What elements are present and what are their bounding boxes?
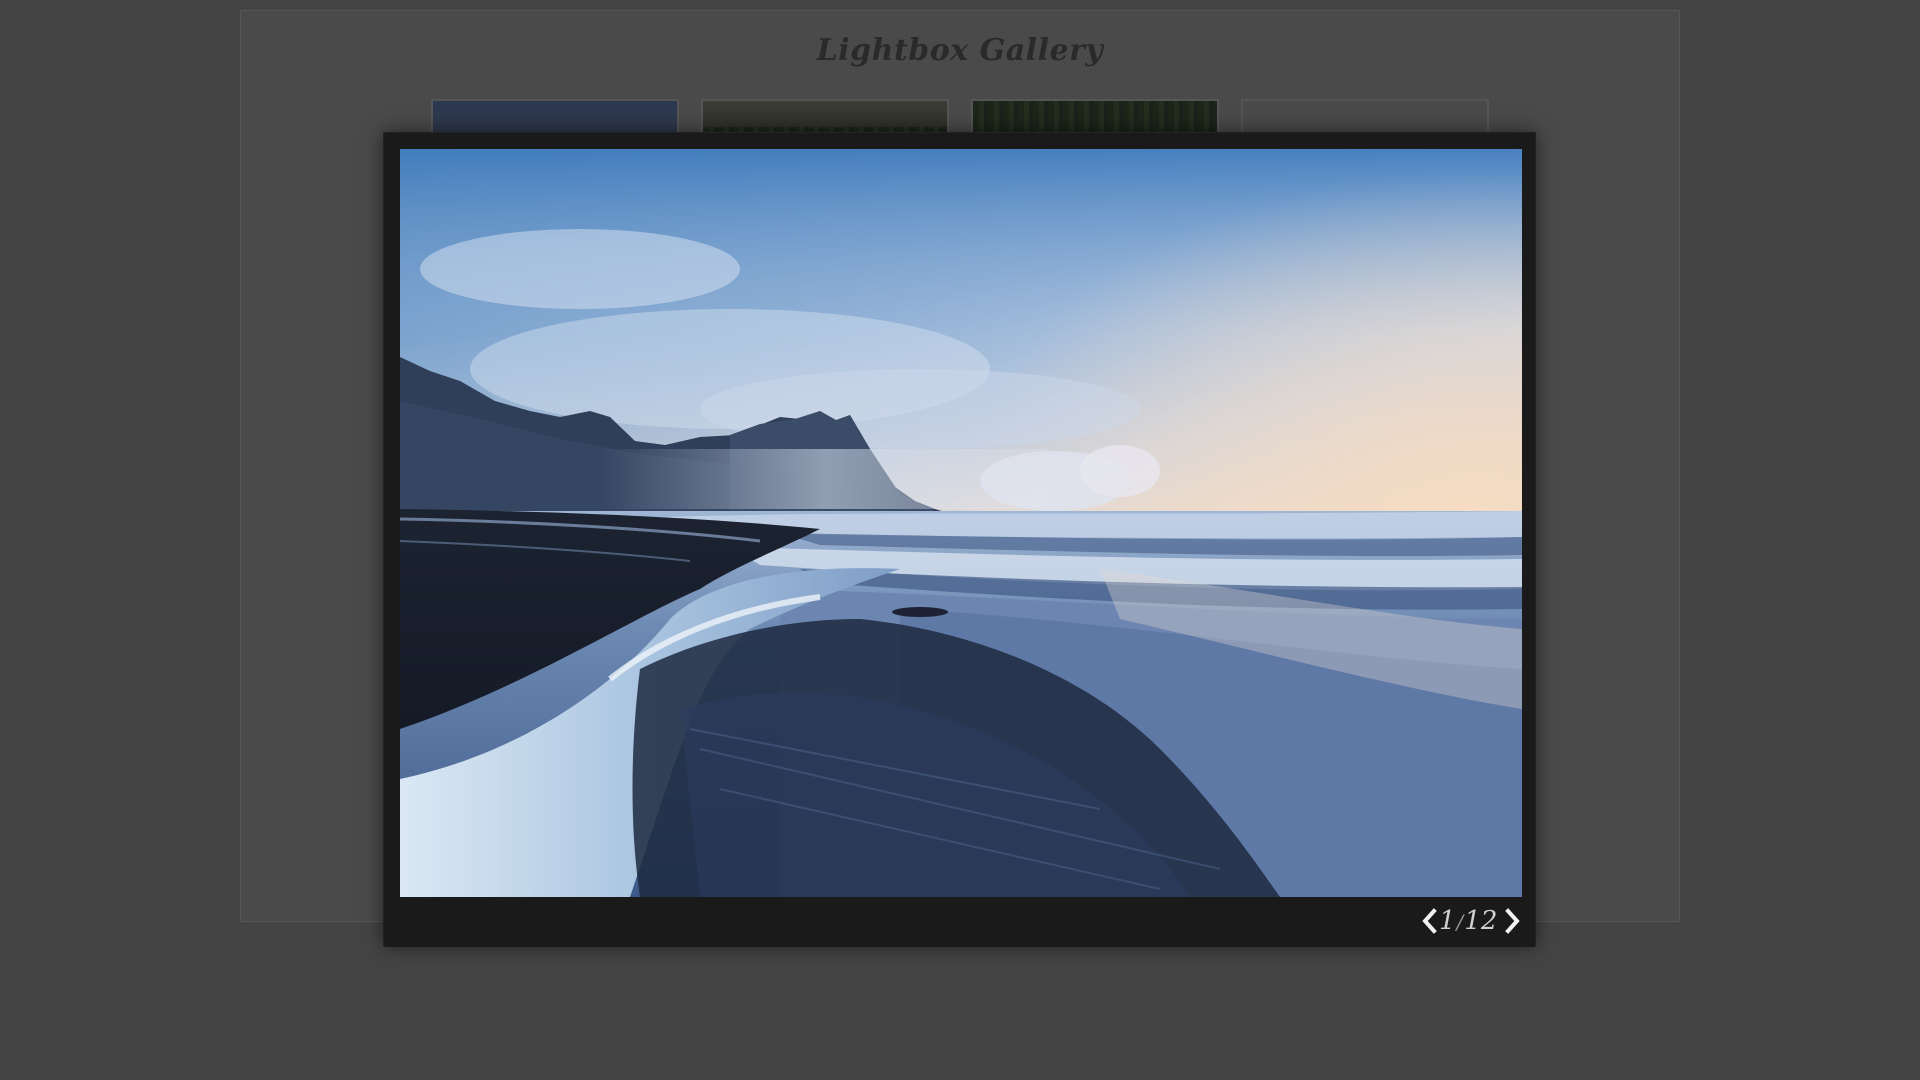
lightbox-footer: 1/12 — [384, 897, 1535, 947]
counter-separator: / — [1456, 910, 1464, 934]
gallery-title: Lightbox Gallery — [816, 33, 1104, 68]
next-button[interactable] — [1499, 897, 1527, 945]
chevron-left-icon — [1422, 908, 1437, 934]
lightbox-image[interactable] — [400, 149, 1522, 897]
counter-total: 12 — [1464, 906, 1498, 936]
chevron-right-icon — [1505, 908, 1520, 934]
image-counter: 1/12 — [1439, 897, 1498, 945]
counter-current: 1 — [1439, 906, 1456, 936]
beach-photo — [400, 149, 1522, 897]
page: Lightbox Gallery 1/12 — [0, 0, 1920, 1080]
lightbox-modal: 1/12 — [383, 132, 1536, 947]
